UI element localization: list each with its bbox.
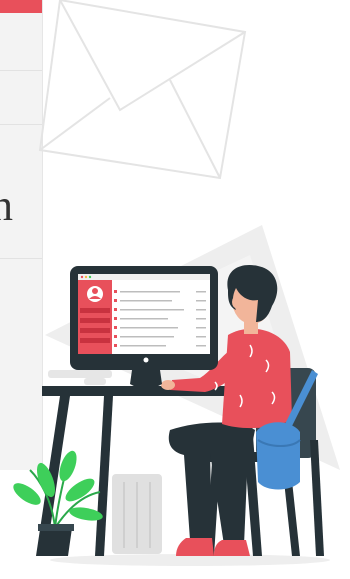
waste-basket: [112, 474, 162, 554]
envelope-decoration: [38, 0, 247, 180]
computer-work-illustration: [13, 0, 340, 566]
